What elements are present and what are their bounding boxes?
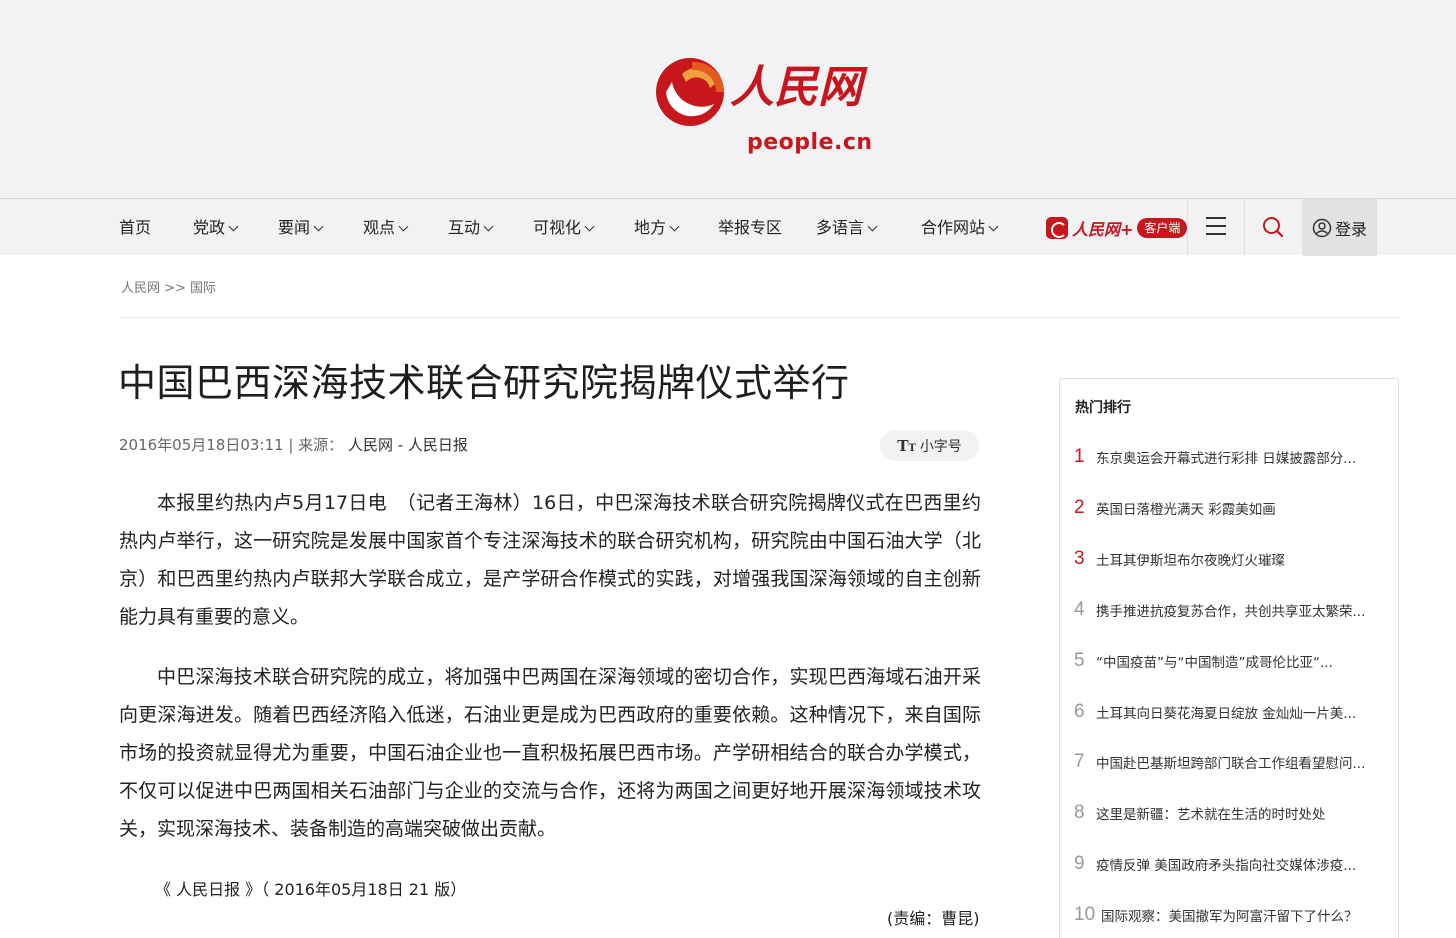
hot-ranking-panel: 热门排行 1 东京奥运会开幕式进行彩排 日媒披露部分... 2 英国日落橙光满天 彩… [1059,378,1399,938]
breadcrumb-divider [119,317,1399,318]
ranking-item[interactable]: 7 中国赴巴基斯坦跨部门联合工作组看望慰问... [1074,747,1384,777]
site-header: 人民网 people.cn [0,0,1456,198]
chevron-down-icon [228,221,239,232]
ranking-item[interactable]: 4 携手推进抗疫复苏合作，共创共享亚太繁荣... [1074,595,1384,625]
people-logo-icon: 人民网 [656,58,868,126]
rank-headline: 中国赴巴基斯坦跨部门联合工作组看望慰问... [1096,756,1366,772]
ranking-item[interactable]: 9 疫情反弹 美国政府矛头指向社交媒体涉疫... [1074,849,1384,879]
nav-label: 要闻 [278,218,311,237]
nav-label: 党政 [193,218,226,237]
nav-label: 地方 [634,218,667,237]
login-label: 登录 [1334,219,1367,239]
rank-number: 4 [1074,599,1085,620]
nav-label: 可视化 [533,218,582,237]
print-source-line: 《 人民日报 》（ 2016年05月18日 21 版） [155,880,467,899]
nav-label: 合作网站 [921,218,986,237]
nav-divider [1244,199,1245,256]
chevron-down-icon [483,221,494,232]
text-size-icon: TT [897,436,916,455]
nav-label: 举报专区 [718,218,783,237]
rank-headline: 携手推进抗疫复苏合作，共创共享亚太繁荣... [1096,604,1366,620]
nav-label: 观点 [363,218,396,237]
app-badge: 客户端 [1137,218,1188,238]
nav-item-local[interactable]: 地方 [634,199,680,256]
rank-number: 10 [1074,904,1096,925]
article-title: 中国巴西深海技术联合研究院揭牌仪式举行 [118,361,850,405]
rank-headline: 东京奥运会开幕式进行彩排 日媒披露部分... [1096,451,1357,467]
hamburger-icon[interactable] [1206,217,1226,235]
chevron-down-icon [867,221,878,232]
breadcrumb[interactable]: 人民网 >> 国际 [121,277,216,296]
article-body: 本报里约热内卢5月17日电 （记者王海林）16日，中巴深海技术联合研究院揭牌仪式… [119,484,981,870]
nav-item-report[interactable]: 举报专区 [718,199,782,256]
nav-divider [1187,199,1188,256]
chevron-down-icon [584,221,595,232]
rank-headline: 疫情反弹 美国政府矛头指向社交媒体涉疫... [1096,858,1357,874]
ranking-item[interactable]: 8 这里是新疆：艺术就在生活的时时处处 [1074,798,1384,828]
app-logo-icon [1046,217,1068,239]
rank-number: 6 [1074,701,1085,722]
rank-number: 8 [1074,802,1085,823]
font-size-toggle[interactable]: TT 小字号 [880,430,979,461]
rank-headline: 土耳其向日葵花海夏日绽放 金灿灿一片美... [1096,706,1357,722]
nav-item-languages[interactable]: 多语言 [816,199,878,256]
logo-chinese-text: 人民网 [730,62,868,113]
ranking-item[interactable]: 10 国际观察：美国撤军为阿富汗留下了什么？ [1074,900,1384,930]
rank-headline: 这里是新疆：艺术就在生活的时时处处 [1096,807,1326,823]
nav-item-party[interactable]: 党政 [193,199,239,256]
rank-headline: “中国疫苗”与“中国制造”成哥伦比亚“... [1096,655,1333,671]
nav-label: 首页 [119,218,152,237]
nav-item-home[interactable]: 首页 [119,199,151,256]
user-icon [1312,218,1332,237]
article-source[interactable]: 人民网 - 人民日报 [348,436,468,454]
app-client-link[interactable]: 人民网+ 客户端 [1046,216,1188,240]
main-nav: 首页 党政 要闻 观点 互动 可视化 地方 举报专区 多语言 合作网站 人民网+… [0,198,1456,256]
ranking-item[interactable]: 1 东京奥运会开幕式进行彩排 日媒披露部分... [1074,442,1384,472]
article-meta: 2016年05月18日03:11 | 来源： 人民网 - 人民日报 [119,434,468,455]
nav-label: 互动 [448,218,481,237]
rank-number: 3 [1074,548,1085,569]
app-name: 人民网+ [1072,220,1134,239]
article-date: 2016年05月18日03:11 [119,436,284,454]
article-paragraph: 本报里约热内卢5月17日电 （记者王海林）16日，中巴深海技术联合研究院揭牌仪式… [119,492,981,628]
editor-credit: (责编：曹昆) [887,909,980,928]
ranking-item[interactable]: 5 “中国疫苗”与“中国制造”成哥伦比亚“... [1074,646,1384,676]
chevron-down-icon [988,221,999,232]
rank-headline: 国际观察：美国撤军为阿富汗留下了什么？ [1101,909,1358,925]
nav-item-interact[interactable]: 互动 [448,199,494,256]
nav-label: 多语言 [816,218,865,237]
login-button[interactable]: 登录 [1302,199,1377,256]
rank-headline: 土耳其伊斯坦布尔夜晚灯火璀璨 [1096,553,1285,569]
nav-item-partners[interactable]: 合作网站 [921,199,999,256]
logo-domain: people.cn [747,130,873,155]
font-size-label: 小字号 [919,438,962,455]
nav-item-opinion[interactable]: 观点 [363,199,409,256]
ranking-item[interactable]: 3 土耳其伊斯坦布尔夜晚灯火璀璨 [1074,544,1384,574]
chevron-down-icon [398,221,409,232]
nav-item-visual[interactable]: 可视化 [533,199,595,256]
people-logo[interactable]: 人民网 people.cn [652,52,872,155]
rank-headline: 英国日落橙光满天 彩霞美如画 [1096,502,1276,518]
ranking-item[interactable]: 6 土耳其向日葵花海夏日绽放 金灿灿一片美... [1074,697,1384,727]
search-icon[interactable] [1262,216,1284,238]
nav-item-news[interactable]: 要闻 [278,199,324,256]
rank-number: 9 [1074,853,1085,874]
chevron-down-icon [669,221,680,232]
rank-number: 2 [1074,497,1085,518]
ranking-item[interactable]: 2 英国日落橙光满天 彩霞美如画 [1074,493,1384,523]
rank-number: 1 [1074,446,1085,467]
chevron-down-icon [313,221,324,232]
source-prefix: | 来源： [288,436,344,454]
rank-number: 7 [1074,751,1085,772]
hot-ranking-title: 热门排行 [1075,400,1131,416]
rank-number: 5 [1074,650,1085,671]
article-paragraph: 中巴深海技术联合研究院的成立，将加强中巴两国在深海领域的密切合作，实现巴西海域石… [119,666,981,840]
